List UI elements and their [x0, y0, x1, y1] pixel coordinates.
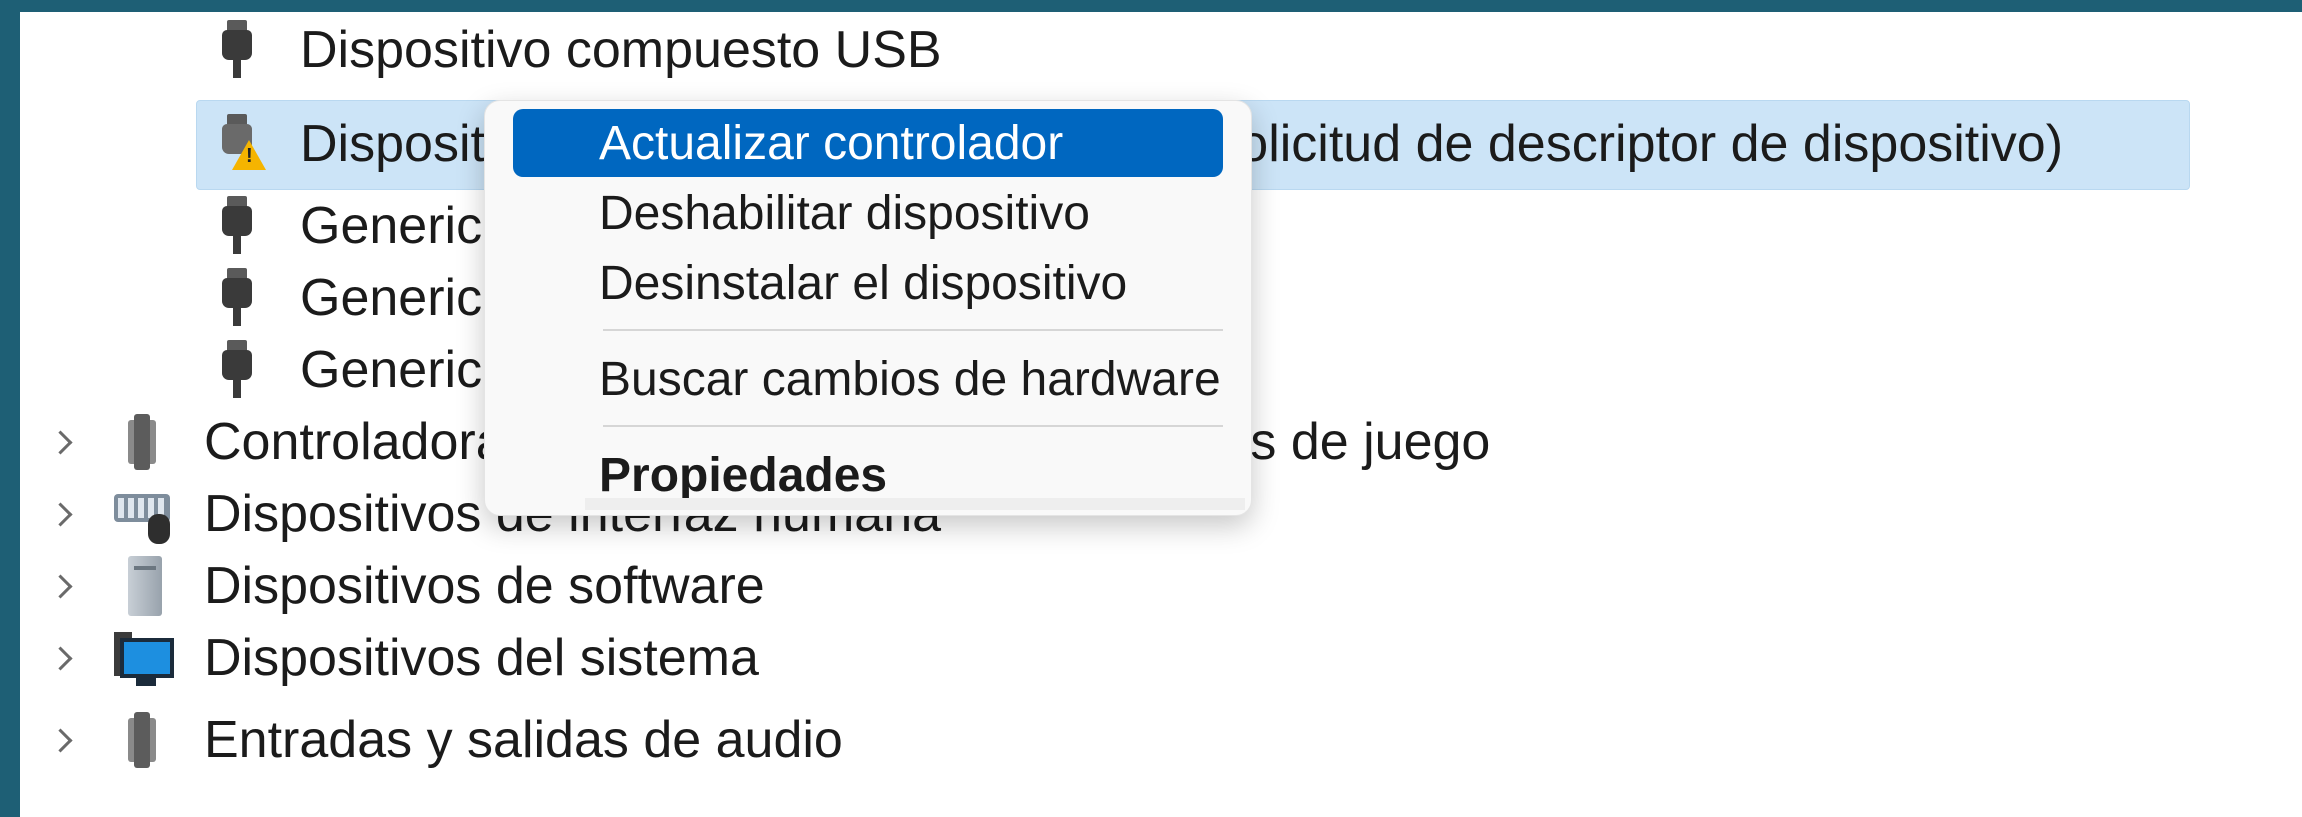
tree-item-label: Dispositivo compuesto USB: [300, 21, 942, 79]
usb-plug-icon: [210, 268, 270, 328]
system-devices-icon: [114, 628, 174, 688]
menu-item-disable-device[interactable]: Deshabilitar dispositivo: [513, 179, 1223, 247]
tree-category-label: Dispositivos del sistema: [204, 629, 759, 687]
menu-item-update-driver[interactable]: Actualizar controlador: [513, 109, 1223, 177]
tree-item-usb-composite[interactable]: Dispositivo compuesto USB: [210, 12, 942, 88]
speaker-icon: [114, 412, 174, 472]
usb-warning-icon: !: [210, 114, 270, 174]
tree-category-software-devices[interactable]: Dispositivos de software: [50, 548, 765, 624]
tree-category-label: Entradas y salidas de audio: [204, 711, 843, 769]
tree-category-audio-io[interactable]: Entradas y salidas de audio: [50, 702, 843, 778]
software-device-icon: [114, 556, 174, 616]
context-menu: Actualizar controlador Deshabilitar disp…: [484, 100, 1252, 516]
chevron-right-icon[interactable]: [50, 638, 74, 678]
device-manager-tree: Dispositivo compuesto USB ! Dispositivo …: [20, 12, 2302, 817]
menu-bottom-strip: [585, 498, 1245, 510]
menu-item-scan-hardware[interactable]: Buscar cambios de hardware: [513, 345, 1223, 413]
menu-separator: [603, 425, 1223, 427]
tree-category-label: Dispositivos de software: [204, 557, 765, 615]
usb-plug-icon: [210, 340, 270, 400]
speaker-icon: [114, 710, 174, 770]
keyboard-mouse-icon: [114, 484, 174, 544]
menu-separator: [603, 329, 1223, 331]
usb-plug-icon: [210, 20, 270, 80]
chevron-right-icon[interactable]: [50, 566, 74, 606]
chevron-right-icon[interactable]: [50, 720, 74, 760]
tree-category-system-devices[interactable]: Dispositivos del sistema: [50, 620, 759, 696]
chevron-right-icon[interactable]: [50, 422, 74, 462]
usb-plug-icon: [210, 196, 270, 256]
menu-item-uninstall-device[interactable]: Desinstalar el dispositivo: [513, 249, 1223, 317]
chevron-right-icon[interactable]: [50, 494, 74, 534]
